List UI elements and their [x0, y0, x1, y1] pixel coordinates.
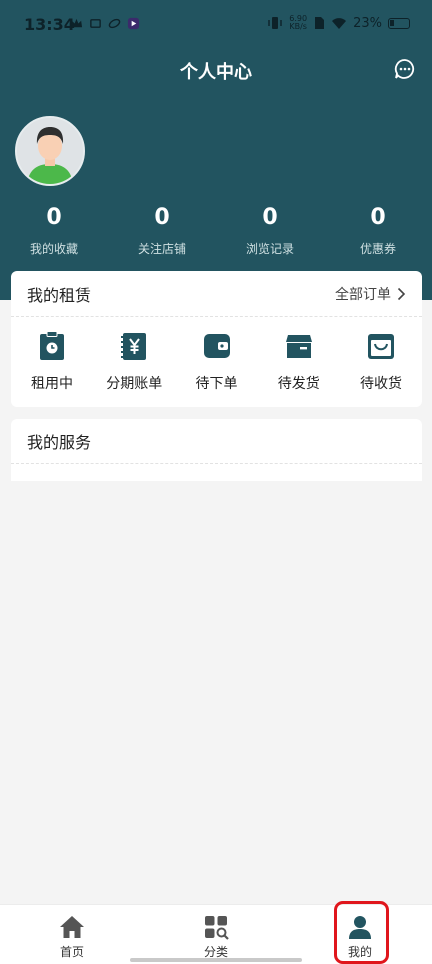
rental-installment-bills[interactable]: 分期账单 — [93, 331, 175, 393]
stat-followed-stores[interactable]: 0 关注店铺 — [108, 204, 216, 257]
stat-label: 我的收藏 — [29, 242, 78, 256]
stat-label: 浏览记录 — [245, 242, 294, 256]
battery-icon — [388, 17, 410, 29]
rental-item-label: 待下单 — [195, 376, 238, 392]
tab-home[interactable]: 首页 — [0, 905, 144, 964]
stat-coupons[interactable]: 0 优惠券 — [324, 204, 432, 257]
rental-item-label: 待收货 — [360, 376, 402, 392]
stat-label: 优惠券 — [359, 242, 396, 256]
my-services-card: 我的服务 — [11, 419, 422, 481]
tab-category[interactable]: 分类 — [144, 905, 288, 964]
my-rentals-card: 我的租赁 全部订单 租用中 分期账单 待下单 待发货 待收货 — [11, 271, 422, 407]
leaf-icon — [108, 18, 121, 29]
status-notification-icons — [70, 17, 140, 30]
page-title: 个人中心 — [180, 62, 252, 83]
my-rentals-header: 我的租赁 全部订单 — [11, 271, 422, 317]
tab-label: 我的 — [347, 945, 372, 959]
rental-item-label: 分期账单 — [106, 376, 163, 392]
stat-value: 0 — [154, 205, 170, 230]
status-system-icons: 6.90 KB/s 23% — [267, 15, 410, 31]
rental-pending-shipment[interactable]: 待发货 — [258, 331, 340, 393]
avatar[interactable] — [15, 116, 85, 186]
crown-icon — [70, 18, 83, 28]
user-avatar-icon — [17, 118, 83, 184]
play-app-icon — [127, 17, 140, 30]
stat-browsing-history[interactable]: 0 浏览记录 — [216, 204, 324, 257]
user-icon — [349, 916, 371, 939]
my-services-title: 我的服务 — [27, 433, 92, 452]
vibrate-icon — [268, 17, 282, 29]
stats-row: 0 我的收藏 0 关注店铺 0 浏览记录 0 优惠券 — [0, 204, 432, 257]
my-rentals-title: 我的租赁 — [27, 285, 92, 305]
all-orders-link[interactable]: 全部订单 — [335, 284, 406, 304]
chevron-right-icon — [397, 287, 406, 300]
my-services-header: 我的服务 — [11, 419, 422, 464]
rental-in-use[interactable]: 租用中 — [11, 331, 93, 393]
rental-pending-order[interactable]: 待下单 — [176, 331, 258, 393]
stat-value: 0 — [262, 205, 278, 230]
home-icon — [60, 916, 84, 938]
network-speed: 6.90 KB/s — [289, 15, 307, 31]
message-icon[interactable] — [394, 58, 416, 80]
stat-label: 关注店铺 — [137, 242, 186, 256]
stat-favorites[interactable]: 0 我的收藏 — [0, 204, 108, 257]
bottom-tab-bar: 首页 分类 我的 — [0, 904, 432, 964]
status-bar: 13:34 6.90 KB/s 23% — [0, 0, 432, 50]
speed-unit: KB/s — [289, 22, 307, 31]
yen-bill-icon — [121, 333, 147, 360]
stat-value: 0 — [370, 205, 386, 230]
category-icon — [205, 916, 229, 940]
rental-pending-receipt[interactable]: 待收货 — [340, 331, 422, 393]
stat-value: 0 — [46, 205, 62, 230]
bag-icon — [368, 334, 394, 359]
rental-item-label: 租用中 — [31, 376, 73, 392]
status-time: 13:34 — [24, 15, 75, 34]
wallet-icon — [203, 334, 230, 358]
tab-label: 首页 — [59, 945, 84, 959]
rental-status-row: 租用中 分期账单 待下单 待发货 待收货 — [11, 317, 422, 393]
box-icon — [285, 335, 312, 358]
battery-percent: 23% — [353, 15, 382, 31]
wifi-icon — [332, 17, 347, 29]
sim-icon — [315, 17, 325, 29]
app-notification-icon — [90, 19, 101, 28]
rental-item-label: 待发货 — [277, 376, 320, 392]
all-orders-label: 全部订单 — [335, 286, 391, 303]
tab-mine[interactable]: 我的 — [288, 905, 432, 964]
clipboard-clock-icon — [40, 331, 64, 360]
home-indicator[interactable] — [130, 958, 302, 962]
